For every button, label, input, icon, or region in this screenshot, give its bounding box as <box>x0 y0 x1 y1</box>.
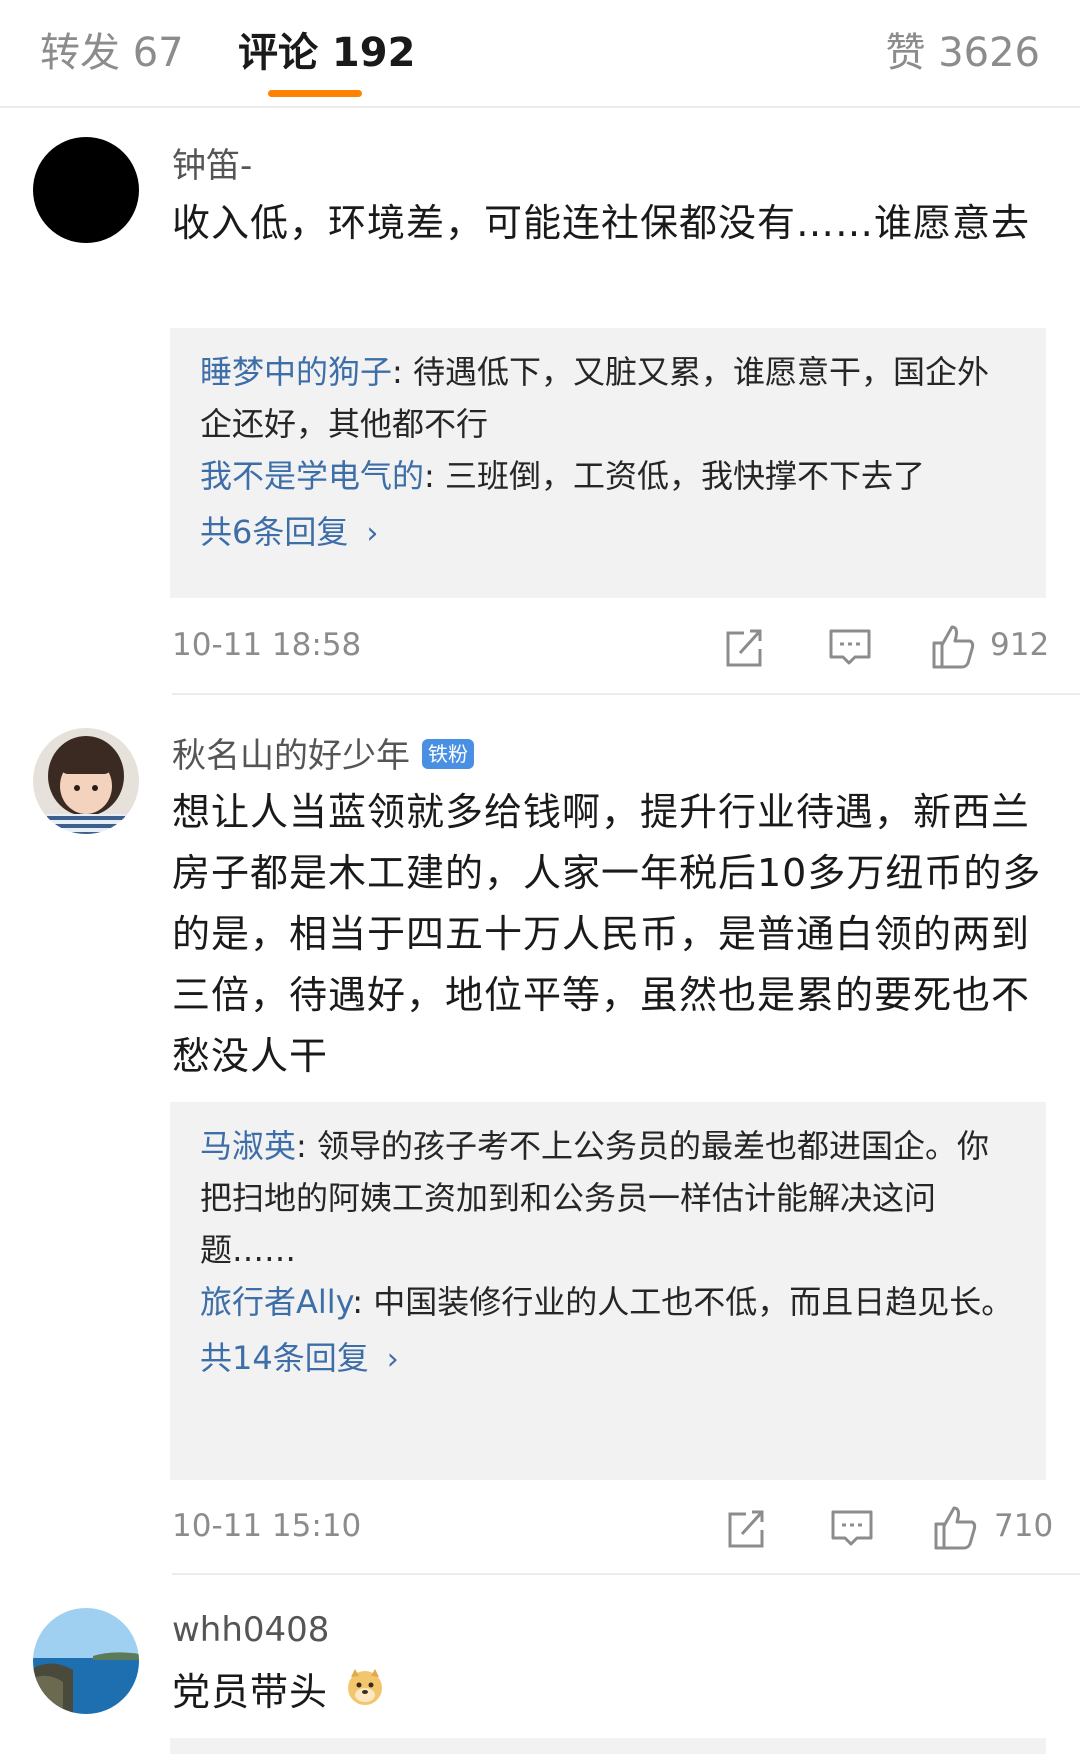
chevron-right-icon: › <box>366 516 379 551</box>
tab-bar: 转发 67 评论 192 赞 3626 <box>0 0 1080 108</box>
reply-text: : 领导的孩子考不上公务员的最差也都进国企。你把扫地的阿姨工资加到和公务员一样估… <box>200 1127 989 1269</box>
comment-username[interactable]: whh0408 <box>172 1610 329 1650</box>
like-count: 912 <box>990 627 1050 663</box>
divider <box>172 1573 1080 1575</box>
doge-emoji-icon <box>345 1664 385 1725</box>
reply-preview-box[interactable] <box>170 1738 1046 1754</box>
reply-username[interactable]: 我不是学电气的 <box>200 457 424 495</box>
thumbs-up-icon[interactable] <box>932 1502 978 1552</box>
comment-text-value: 党员带头 <box>172 1670 329 1714</box>
reply-username[interactable]: 马淑英 <box>200 1127 296 1165</box>
avatar[interactable] <box>33 137 139 243</box>
comment-text: 收入低，环境差，可能连社保都没有……谁愿意去 <box>172 201 1031 245</box>
reply-username[interactable]: 睡梦中的狗子 <box>200 353 392 391</box>
tab-reposts[interactable]: 转发 67 <box>40 20 184 78</box>
comment-actions: 10-11 15:10 710 <box>172 1502 1053 1552</box>
comment-username[interactable]: 秋名山的好少年 铁粉 <box>172 728 474 777</box>
comment-text: 党员带头 <box>172 1662 772 1725</box>
view-all-replies-link[interactable]: 共6条回复 › <box>200 506 1018 560</box>
comment-timestamp: 10-11 18:58 <box>172 627 362 663</box>
like-count: 710 <box>994 1508 1054 1544</box>
reply-preview-box[interactable]: 睡梦中的狗子: 待遇低下，又脏又累，谁愿意干，国企外企还好，其他都不行 我不是学… <box>170 328 1046 598</box>
comment-actions: 10-11 18:58 912 <box>172 621 1050 671</box>
reply-item: 睡梦中的狗子: 待遇低下，又脏又累，谁愿意干，国企外企还好，其他都不行 <box>200 346 1018 450</box>
comment-username[interactable]: 钟笛- <box>172 138 252 187</box>
reply-preview-box[interactable]: 马淑英: 领导的孩子考不上公务员的最差也都进国企。你把扫地的阿姨工资加到和公务员… <box>170 1102 1046 1480</box>
active-tab-indicator <box>268 90 362 97</box>
reply-text: : 中国装修行业的人工也不低，而且日趋见长。 <box>352 1283 1014 1321</box>
view-all-replies-link[interactable]: 共14条回复 › <box>200 1332 1018 1386</box>
reply-item: 马淑英: 领导的孩子考不上公务员的最差也都进国企。你把扫地的阿姨工资加到和公务员… <box>200 1120 1018 1276</box>
reply-item: 旅行者Ally: 中国装修行业的人工也不低，而且日趋见长。 <box>200 1276 1018 1328</box>
fan-badge: 铁粉 <box>422 738 474 769</box>
divider <box>172 693 1080 695</box>
tab-likes[interactable]: 赞 3626 <box>885 20 1040 78</box>
thumbs-up-icon[interactable] <box>930 621 976 671</box>
comment-icon[interactable] <box>827 621 873 671</box>
comment-timestamp: 10-11 15:10 <box>172 1508 362 1544</box>
tab-comments[interactable]: 评论 192 <box>238 20 415 78</box>
comment-text: 想让人当蓝领就多给钱啊，提升行业待遇，新西兰房子都是木工建的，人家一年税后10多… <box>172 790 1042 1078</box>
share-icon[interactable] <box>722 621 766 671</box>
chevron-right-icon: › <box>386 1342 399 1377</box>
avatar[interactable] <box>33 728 139 834</box>
more-replies-label: 共14条回复 <box>200 1339 369 1377</box>
reply-item: 我不是学电气的: 三班倒，工资低，我快撑不下去了 <box>200 450 1018 502</box>
more-replies-label: 共6条回复 <box>200 513 349 551</box>
avatar[interactable] <box>33 1608 139 1714</box>
reply-username[interactable]: 旅行者Ally <box>200 1283 352 1321</box>
username-text: 秋名山的好少年 <box>172 736 410 776</box>
share-icon[interactable] <box>724 1502 768 1552</box>
comment-icon[interactable] <box>829 1502 875 1552</box>
reply-text: : 三班倒，工资低，我快撑不下去了 <box>424 457 925 495</box>
